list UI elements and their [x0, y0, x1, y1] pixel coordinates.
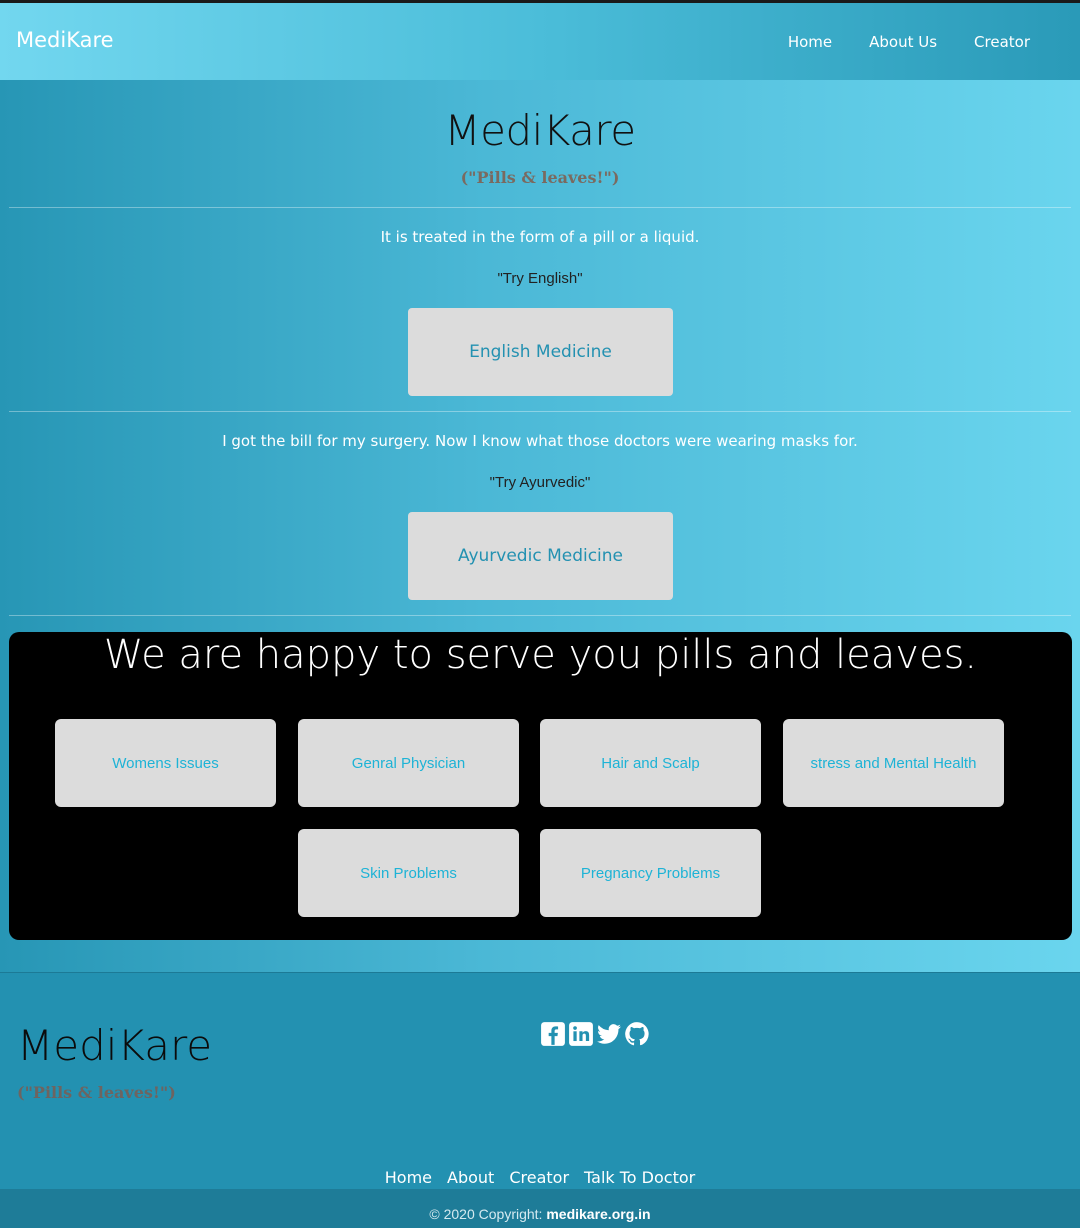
social-icons — [540, 1021, 650, 1047]
hero-title: MediKare — [444, 106, 636, 155]
navbar: MediKare Home About Us Creator — [0, 0, 1080, 80]
category-hair-and-scalp[interactable]: Hair and Scalp — [540, 719, 761, 807]
categories-panel: We are happy to serve you pills and leav… — [9, 632, 1072, 940]
footer-link-creator[interactable]: Creator — [509, 1168, 569, 1187]
footer-tagline: ("Pills & leaves!") — [17, 1083, 176, 1102]
divider — [9, 411, 1071, 412]
ayurvedic-section-quote: "Try Ayurvedic" — [489, 474, 591, 491]
footer-link-talk-to-doctor[interactable]: Talk To Doctor — [584, 1168, 695, 1187]
footer-link-home[interactable]: Home — [385, 1168, 432, 1187]
ayurvedic-medicine-button[interactable]: Ayurvedic Medicine — [408, 512, 673, 600]
hero-tagline: ("Pills & leaves!") — [460, 168, 620, 187]
footer-title: MediKare — [17, 1021, 213, 1070]
divider — [9, 207, 1071, 208]
ayurvedic-section-text: I got the bill for my surgery. Now I kno… — [222, 432, 858, 450]
english-section-text: It is treated in the form of a pill or a… — [380, 228, 700, 246]
brand-logo[interactable]: MediKare — [16, 28, 114, 52]
twitter-icon[interactable] — [596, 1021, 622, 1047]
english-section-quote: "Try English" — [497, 270, 583, 287]
category-pregnancy-problems[interactable]: Pregnancy Problems — [540, 829, 761, 917]
category-general-physician[interactable]: Genral Physician — [298, 719, 519, 807]
hero-section: MediKare ("Pills & leaves!") It is treat… — [0, 80, 1080, 972]
category-skin-problems[interactable]: Skin Problems — [298, 829, 519, 917]
copyright-text: © 2020 Copyright: — [429, 1206, 543, 1222]
panel-title: We are happy to serve you pills and leav… — [103, 632, 978, 678]
divider — [9, 615, 1071, 616]
linkedin-icon[interactable] — [568, 1021, 594, 1047]
footer-link-about[interactable]: About — [447, 1168, 494, 1187]
category-womens-issues[interactable]: Womens Issues — [55, 719, 276, 807]
nav-creator[interactable]: Creator — [974, 33, 1030, 51]
footer: MediKare ("Pills & leaves!") Home About … — [0, 972, 1080, 1228]
facebook-icon[interactable] — [540, 1021, 566, 1047]
category-stress-mental-health[interactable]: stress and Mental Health — [783, 719, 1004, 807]
copyright-site-link[interactable]: medikare.org.in — [546, 1206, 650, 1222]
nav-about-us[interactable]: About Us — [869, 33, 937, 51]
english-medicine-button[interactable]: English Medicine — [408, 308, 673, 396]
footer-links: Home About Creator Talk To Doctor — [0, 1168, 1080, 1187]
nav-home[interactable]: Home — [788, 33, 832, 51]
copyright-bar: © 2020 Copyright: medikare.org.in — [0, 1189, 1080, 1228]
nav-links: Home About Us Creator — [788, 33, 1030, 51]
github-icon[interactable] — [624, 1021, 650, 1047]
